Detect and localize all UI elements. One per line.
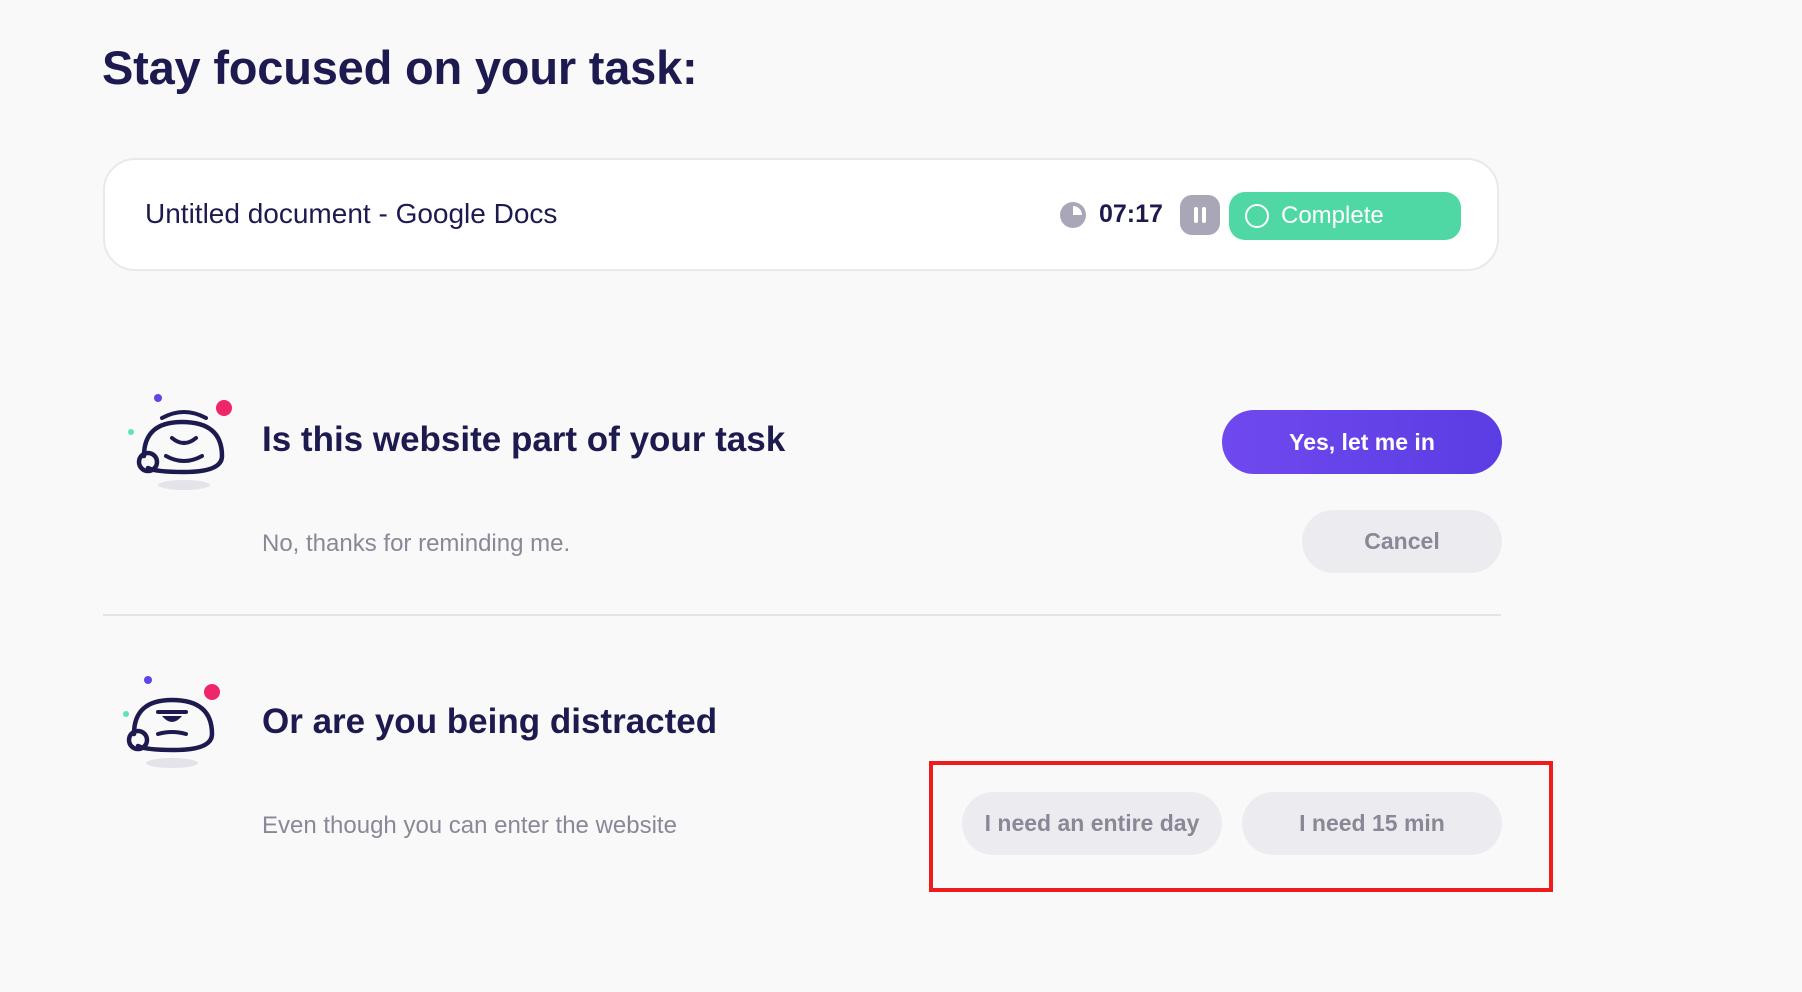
timer-value: 07:17: [1099, 200, 1163, 228]
section-divider: [103, 614, 1501, 616]
pause-icon: [1194, 207, 1206, 223]
yes-let-me-in-button[interactable]: Yes, let me in: [1222, 410, 1502, 474]
complete-label: Complete: [1281, 202, 1384, 229]
reminder-subtext: No, thanks for reminding me.: [262, 530, 571, 557]
page-title: Stay focused on your task:: [102, 41, 698, 94]
cancel-button[interactable]: Cancel: [1302, 510, 1502, 573]
complete-button[interactable]: Complete: [1229, 192, 1461, 240]
timer: 07:17: [1059, 200, 1163, 229]
question-distracted: Or are you being distracted: [262, 702, 718, 741]
annoyed-mascot-icon: [123, 676, 220, 768]
circle-icon: [1245, 204, 1269, 228]
task-name: Untitled document - Google Docs: [145, 198, 558, 229]
pause-button[interactable]: [1180, 195, 1220, 235]
clock-icon: [1060, 201, 1086, 228]
happy-mascot-icon: [128, 394, 232, 490]
question-part-of-task: Is this website part of your task: [262, 420, 786, 459]
distracted-subtext: Even though you can enter the website: [262, 812, 677, 839]
task-card: Untitled document - Google Docs 07:17 Co…: [103, 158, 1499, 271]
highlight-box: [929, 761, 1553, 892]
